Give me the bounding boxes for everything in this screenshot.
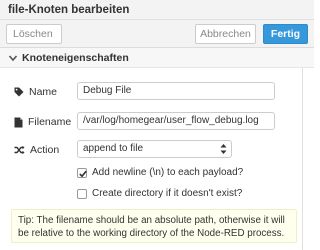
checkmark-icon bbox=[79, 170, 87, 177]
filename-label: Filename bbox=[28, 116, 72, 128]
tip-text: Tip: The filename should be an absolute … bbox=[18, 215, 285, 239]
section-header-node-properties[interactable]: Knoteneigenschaften bbox=[0, 48, 314, 68]
create-dir-checkbox[interactable] bbox=[77, 188, 87, 199]
action-label-row: Action bbox=[14, 144, 59, 156]
delete-button[interactable]: Löschen bbox=[6, 24, 62, 44]
name-label: Name bbox=[29, 86, 58, 98]
name-input[interactable]: Debug File bbox=[77, 82, 275, 100]
add-newline-row: Add newline (\n) to each payload? bbox=[77, 167, 243, 178]
filename-input[interactable]: /var/log/homegear/user_flow_debug.log bbox=[77, 112, 275, 130]
name-label-row: Name bbox=[14, 86, 57, 98]
section-title: Knoteneigenschaften bbox=[22, 52, 129, 64]
action-label: Action bbox=[30, 144, 60, 156]
select-arrows-icon bbox=[220, 144, 227, 154]
dialog-titlebar: file-Knoten bearbeiten bbox=[0, 0, 314, 20]
panel-edge bbox=[302, 68, 303, 250]
action-select[interactable]: append to file bbox=[77, 140, 232, 158]
filename-label-row: Filename bbox=[14, 116, 71, 128]
file-icon bbox=[14, 117, 23, 127]
action-select-value: append to file bbox=[83, 143, 144, 154]
tag-icon bbox=[14, 87, 24, 97]
tip-box: Tip: The filename should be an absolute … bbox=[11, 209, 297, 243]
cancel-button[interactable]: Abbrechen bbox=[195, 24, 256, 44]
create-dir-label: Create directory if it doesn't exist? bbox=[92, 188, 243, 199]
chevron-down-icon bbox=[8, 55, 18, 62]
add-newline-checkbox[interactable] bbox=[77, 167, 87, 178]
random-icon bbox=[14, 145, 25, 155]
dialog-title: file-Knoten bearbeiten bbox=[8, 4, 130, 16]
add-newline-label: Add newline (\n) to each payload? bbox=[92, 167, 244, 178]
dialog-toolbar: Löschen Abbrechen Fertig bbox=[0, 20, 314, 48]
create-dir-row: Create directory if it doesn't exist? bbox=[77, 188, 242, 199]
done-button[interactable]: Fertig bbox=[263, 24, 308, 44]
